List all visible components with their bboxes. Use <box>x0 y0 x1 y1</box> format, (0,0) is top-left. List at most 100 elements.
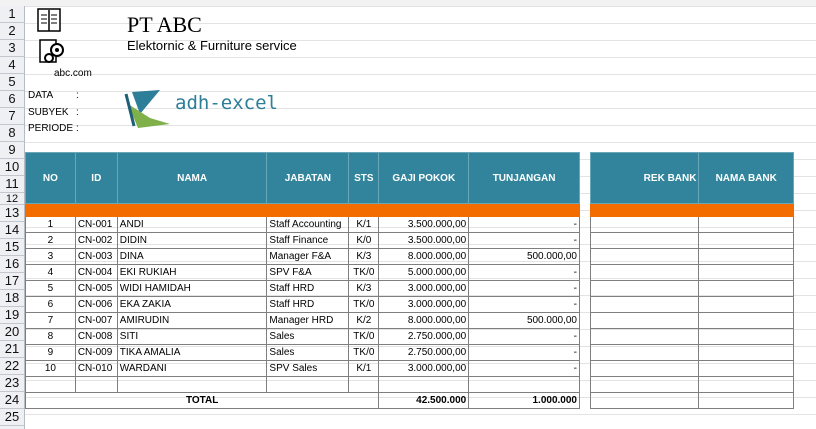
empty-cell[interactable] <box>116 376 268 393</box>
cell-jabatan[interactable]: Staff HRD <box>266 296 350 313</box>
cell-rek-bank[interactable] <box>589 216 700 233</box>
cell-nama-bank[interactable] <box>698 328 794 345</box>
row-number[interactable]: 2 <box>0 23 24 40</box>
cell-nama[interactable]: AMIRUDIN <box>116 312 268 329</box>
cell-sts[interactable]: K/3 <box>348 280 380 297</box>
cell-gaji-pokok[interactable]: 8.000.000,00 <box>378 312 470 329</box>
cell-tunjangan[interactable]: - <box>468 216 580 233</box>
row-number[interactable]: 20 <box>0 324 24 341</box>
cell-id[interactable]: CN-010 <box>74 360 118 377</box>
cell-tunjangan[interactable]: - <box>468 360 580 377</box>
cell-nama-bank[interactable] <box>698 280 794 297</box>
row-number[interactable]: 9 <box>0 142 24 159</box>
row-number[interactable]: 4 <box>0 57 24 74</box>
cell-no[interactable]: 6 <box>25 296 76 313</box>
cell-jabatan[interactable]: Staff Finance <box>266 232 350 249</box>
cell-tunjangan[interactable]: - <box>468 328 580 345</box>
cell-nama-bank[interactable] <box>698 376 794 393</box>
row-number[interactable]: 14 <box>0 222 24 239</box>
cell-sts[interactable]: K/0 <box>348 232 380 249</box>
cell-no[interactable]: 3 <box>25 248 76 265</box>
cell-tunjangan[interactable]: 500.000,00 <box>468 312 580 329</box>
total-gaji-pokok[interactable]: 42.500.000 <box>378 392 470 409</box>
row-number[interactable]: 25 <box>0 409 24 426</box>
row-number[interactable]: 15 <box>0 239 24 256</box>
cell-gaji-pokok[interactable]: 2.750.000,00 <box>378 344 470 361</box>
cell-no[interactable]: 9 <box>25 344 76 361</box>
cell-nama[interactable]: DINA <box>116 248 268 265</box>
cell-rek-bank[interactable] <box>589 376 700 393</box>
row-number[interactable]: 22 <box>0 358 24 375</box>
cell-rek-bank[interactable] <box>589 248 700 265</box>
row-number[interactable]: 7 <box>0 108 24 125</box>
cell-no[interactable]: 8 <box>25 328 76 345</box>
cell-nama[interactable]: DIDIN <box>116 232 268 249</box>
cell-nama[interactable]: EKA ZAKIA <box>116 296 268 313</box>
cell-gaji-pokok[interactable]: 3.500.000,00 <box>378 232 470 249</box>
cell-no[interactable]: 7 <box>25 312 76 329</box>
cell-nama[interactable]: WARDANI <box>116 360 268 377</box>
row-number[interactable]: 10 <box>0 159 24 176</box>
row-number[interactable]: 21 <box>0 341 24 358</box>
row-number[interactable]: 12 <box>0 193 24 205</box>
cell-jabatan[interactable]: Manager HRD <box>266 312 350 329</box>
cell-nama-bank[interactable] <box>698 392 794 409</box>
cell-jabatan[interactable]: SPV F&A <box>266 264 350 281</box>
row-number[interactable]: 6 <box>0 91 24 108</box>
cell-rek-bank[interactable] <box>589 344 700 361</box>
cell-jabatan[interactable]: Staff Accounting <box>266 216 350 233</box>
row-number[interactable]: 8 <box>0 125 24 142</box>
cell-sts[interactable]: K/3 <box>348 248 380 265</box>
cell-sts[interactable]: K/1 <box>348 360 380 377</box>
cell-tunjangan[interactable]: - <box>468 232 580 249</box>
cell-sts[interactable]: TK/0 <box>348 344 380 361</box>
row-number[interactable]: 17 <box>0 273 24 290</box>
cell-id[interactable]: CN-008 <box>74 328 118 345</box>
cell-nama-bank[interactable] <box>698 216 794 233</box>
row-number[interactable]: 1 <box>0 6 24 23</box>
empty-cell[interactable] <box>468 376 580 393</box>
cell-gaji-pokok[interactable]: 3.000.000,00 <box>378 280 470 297</box>
cell-jabatan[interactable]: Sales <box>266 344 350 361</box>
cell-nama-bank[interactable] <box>698 360 794 377</box>
cell-rek-bank[interactable] <box>589 328 700 345</box>
cell-sts[interactable]: K/1 <box>348 216 380 233</box>
cell-gaji-pokok[interactable]: 3.000.000,00 <box>378 360 470 377</box>
cell-rek-bank[interactable] <box>589 360 700 377</box>
empty-cell[interactable] <box>266 376 350 393</box>
cell-jabatan[interactable]: Sales <box>266 328 350 345</box>
cell-sts[interactable]: K/2 <box>348 312 380 329</box>
cell-nama[interactable]: ANDI <box>116 216 268 233</box>
cell-no[interactable]: 4 <box>25 264 76 281</box>
cell-gaji-pokok[interactable]: 5.000.000,00 <box>378 264 470 281</box>
cell-tunjangan[interactable]: - <box>468 280 580 297</box>
cell-no[interactable]: 1 <box>25 216 76 233</box>
row-number[interactable]: 16 <box>0 256 24 273</box>
row-number[interactable]: 23 <box>0 375 24 392</box>
cell-nama[interactable]: TIKA AMALIA <box>116 344 268 361</box>
cell-sts[interactable]: TK/0 <box>348 296 380 313</box>
cell-gaji-pokok[interactable]: 3.500.000,00 <box>378 216 470 233</box>
cell-sts[interactable]: TK/0 <box>348 264 380 281</box>
row-number[interactable]: 13 <box>0 205 24 222</box>
cell-sts[interactable]: TK/0 <box>348 328 380 345</box>
cell-id[interactable]: CN-001 <box>74 216 118 233</box>
cell-id[interactable]: CN-004 <box>74 264 118 281</box>
empty-cell[interactable] <box>74 376 118 393</box>
cell-nama-bank[interactable] <box>698 344 794 361</box>
cell-id[interactable]: CN-006 <box>74 296 118 313</box>
cell-jabatan[interactable]: SPV Sales <box>266 360 350 377</box>
cell-nama-bank[interactable] <box>698 264 794 281</box>
cell-tunjangan[interactable]: - <box>468 296 580 313</box>
cell-tunjangan[interactable]: - <box>468 264 580 281</box>
cell-gaji-pokok[interactable]: 2.750.000,00 <box>378 328 470 345</box>
worksheet[interactable]: PT ABC Elektornic & Furniture service ab… <box>24 6 816 429</box>
cell-nama-bank[interactable] <box>698 296 794 313</box>
row-number[interactable]: 11 <box>0 176 24 193</box>
cell-rek-bank[interactable] <box>589 280 700 297</box>
total-label[interactable]: TOTAL <box>24 392 380 409</box>
cell-gaji-pokok[interactable]: 8.000.000,00 <box>378 248 470 265</box>
row-number[interactable]: 24 <box>0 392 24 409</box>
cell-jabatan[interactable]: Staff HRD <box>266 280 350 297</box>
cell-id[interactable]: CN-002 <box>74 232 118 249</box>
